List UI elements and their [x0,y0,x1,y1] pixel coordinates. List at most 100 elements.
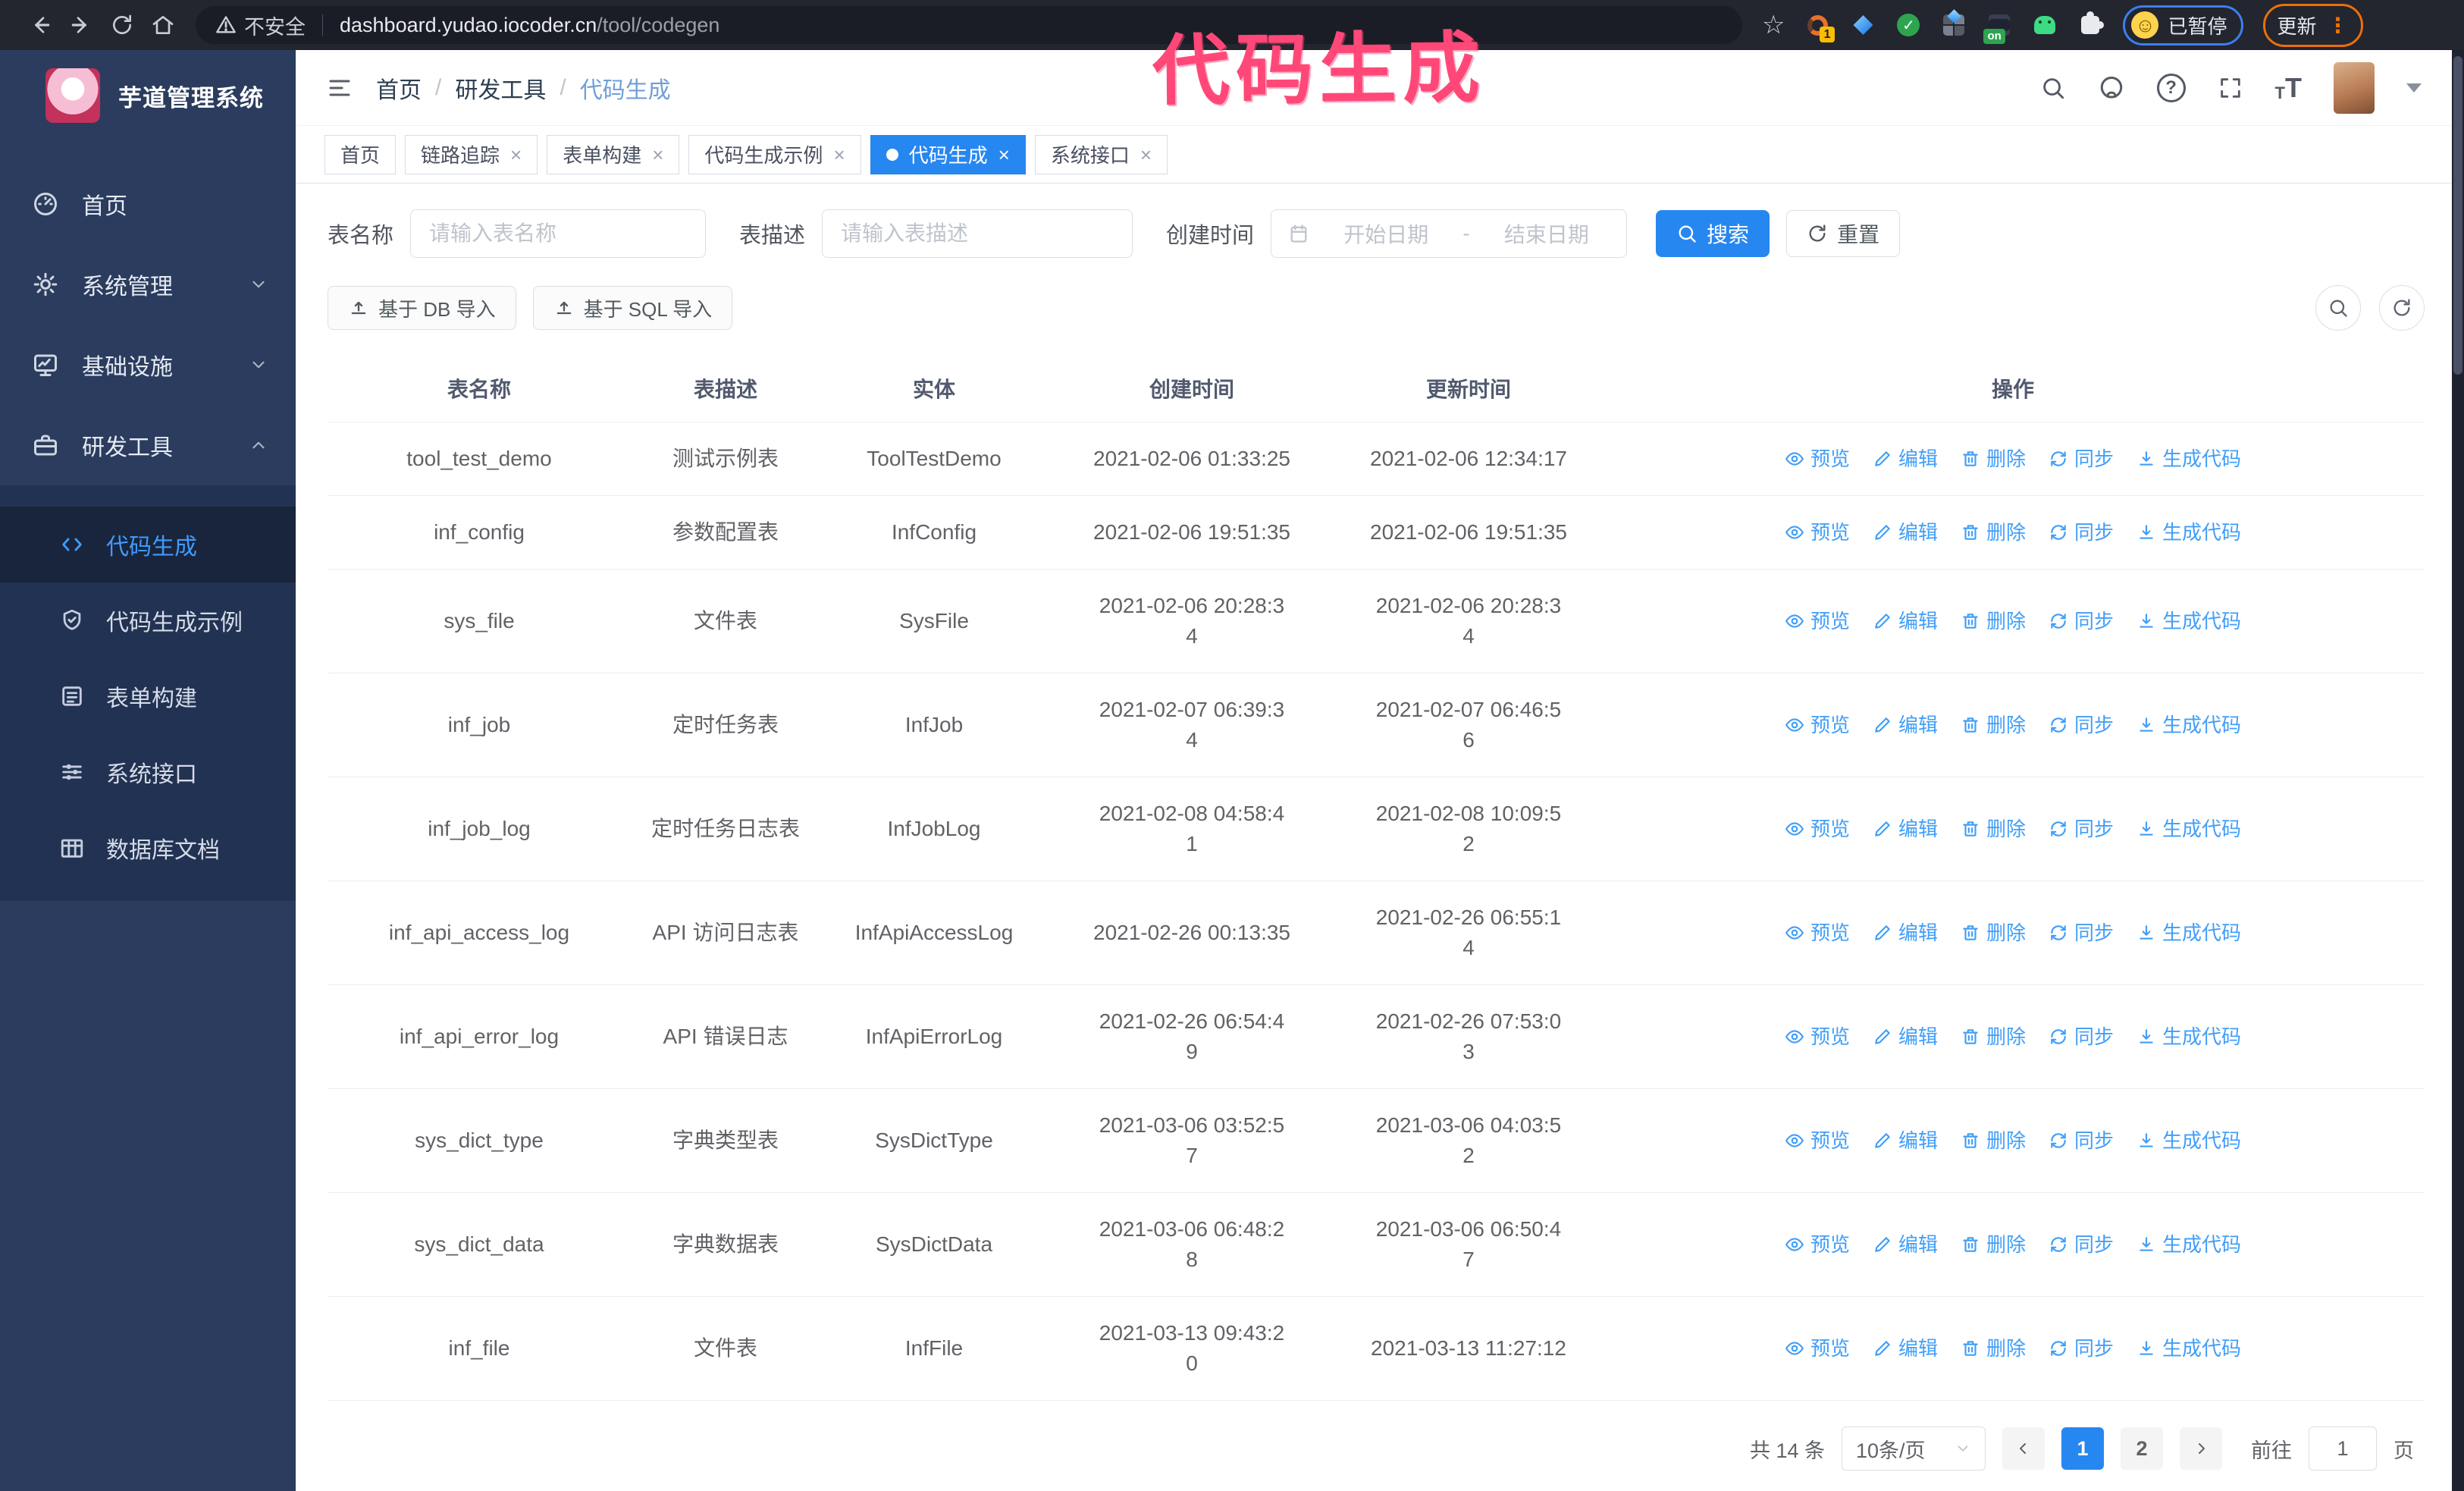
generate-code-action[interactable]: 生成代码 [2136,606,2241,636]
edit-action[interactable]: 编辑 [1873,1229,1938,1260]
toggle-search-button[interactable] [2315,285,2361,331]
address-bar[interactable]: 不安全 dashboard.yudao.iocoder.cn /tool/cod… [196,6,1742,44]
github-icon[interactable] [2098,74,2125,102]
breadcrumb-home[interactable]: 首页 [376,71,422,105]
generate-code-action[interactable]: 生成代码 [2136,918,2241,948]
sidebar-item-home[interactable]: 首页 [0,164,296,244]
reload-icon[interactable] [102,5,143,46]
kebab-menu-icon[interactable]: ⋮ [2328,13,2349,38]
sidebar-collapse-icon[interactable] [326,74,353,102]
sync-action[interactable]: 同步 [2049,1229,2114,1260]
sync-action[interactable]: 同步 [2049,814,2114,844]
not-secure-warning[interactable]: 不安全 [215,11,306,40]
close-icon[interactable]: × [510,145,522,165]
profile-paused-badge[interactable]: ☺ 已暂停 [2123,5,2243,46]
edit-action[interactable]: 编辑 [1873,1333,1938,1364]
page-size-select[interactable]: 10条/页 [1842,1427,1986,1471]
submenu-item-codegen-example[interactable]: 代码生成示例 [0,582,296,658]
sync-action[interactable]: 同步 [2049,1125,2114,1156]
tab-home[interactable]: 首页 [324,134,397,174]
font-size-icon[interactable]: TT [2275,74,2302,102]
reset-button[interactable]: 重置 [1786,210,1901,257]
app-logo-row[interactable]: 芋道管理系统 [0,50,296,141]
extensions-puzzle-icon[interactable] [2077,11,2105,38]
delete-action[interactable]: 删除 [1961,1229,2026,1260]
tab-form-builder[interactable]: 表单构建 × [547,134,680,174]
edit-action[interactable]: 编辑 [1873,444,1938,474]
scrollbar-thumb[interactable] [2453,56,2462,375]
prev-page-button[interactable] [2002,1427,2045,1470]
forward-icon[interactable] [61,5,102,46]
tab-codegen-example[interactable]: 代码生成示例 × [688,134,861,174]
submenu-item-codegen[interactable]: 代码生成 [0,507,296,582]
extension-grid-icon[interactable] [1941,12,1967,38]
refresh-table-button[interactable] [2379,285,2425,331]
edit-action[interactable]: 编辑 [1873,814,1938,844]
tab-tracing[interactable]: 链路追踪 × [405,134,538,174]
user-avatar[interactable] [2334,61,2375,114]
page-scrollbar[interactable] [2452,50,2464,1491]
preview-action[interactable]: 预览 [1785,918,1850,948]
search-icon[interactable] [2040,75,2066,101]
import-sql-button[interactable]: 基于 SQL 导入 [532,286,733,330]
generate-code-action[interactable]: 生成代码 [2136,517,2241,548]
table-desc-input[interactable] [822,209,1133,258]
generate-code-action[interactable]: 生成代码 [2136,1333,2241,1364]
extension-check-icon[interactable]: ✓ [1895,12,1921,38]
delete-action[interactable]: 删除 [1961,918,2026,948]
sidebar-item-dev-tools[interactable]: 研发工具 [0,405,296,485]
preview-action[interactable]: 预览 [1785,1125,1850,1156]
help-icon[interactable]: ? [2156,73,2186,102]
submenu-item-db-docs[interactable]: 数据库文档 [0,810,296,886]
delete-action[interactable]: 删除 [1961,814,2026,844]
generate-code-action[interactable]: 生成代码 [2136,710,2241,740]
preview-action[interactable]: 预览 [1785,444,1850,474]
delete-action[interactable]: 删除 [1961,606,2026,636]
extension-android-icon[interactable] [2032,12,2058,38]
generate-code-action[interactable]: 生成代码 [2136,1229,2241,1260]
home-icon[interactable] [143,5,183,46]
page-button-2[interactable]: 2 [2121,1427,2163,1470]
extension-refresh-icon[interactable]: 1 [1804,12,1835,42]
fullscreen-icon[interactable] [2218,75,2243,101]
goto-page-input[interactable] [2309,1427,2377,1471]
sidebar-item-infrastructure[interactable]: 基础设施 [0,325,296,405]
sidebar-item-system-management[interactable]: 系统管理 [0,244,296,325]
generate-code-action[interactable]: 生成代码 [2136,1125,2241,1156]
generate-code-action[interactable]: 生成代码 [2136,444,2241,474]
preview-action[interactable]: 预览 [1785,710,1850,740]
search-button[interactable]: 搜索 [1656,210,1770,257]
next-page-button[interactable] [2180,1427,2222,1470]
preview-action[interactable]: 预览 [1785,606,1850,636]
delete-action[interactable]: 删除 [1961,1125,2026,1156]
close-icon[interactable]: × [1140,145,1152,165]
preview-action[interactable]: 预览 [1785,1022,1850,1052]
close-icon[interactable]: × [998,145,1010,165]
close-icon[interactable]: × [833,145,845,165]
sync-action[interactable]: 同步 [2049,1333,2114,1364]
date-range-picker[interactable]: 开始日期 - 结束日期 [1271,209,1628,258]
sync-action[interactable]: 同步 [2049,710,2114,740]
sync-action[interactable]: 同步 [2049,517,2114,548]
delete-action[interactable]: 删除 [1961,1022,2026,1052]
preview-action[interactable]: 预览 [1785,1333,1850,1364]
extension-onoff-icon[interactable]: on [1983,12,2012,44]
delete-action[interactable]: 删除 [1961,517,2026,548]
table-name-input[interactable] [410,209,707,258]
back-icon[interactable] [20,5,61,46]
delete-action[interactable]: 删除 [1961,444,2026,474]
tab-codegen[interactable]: 代码生成 × [870,134,1026,174]
sync-action[interactable]: 同步 [2049,606,2114,636]
preview-action[interactable]: 预览 [1785,1229,1850,1260]
edit-action[interactable]: 编辑 [1873,1022,1938,1052]
submenu-item-system-api[interactable]: 系统接口 [0,734,296,810]
preview-action[interactable]: 预览 [1785,814,1850,844]
bookmark-star-icon[interactable]: ☆ [1762,12,1785,38]
sync-action[interactable]: 同步 [2049,444,2114,474]
edit-action[interactable]: 编辑 [1873,517,1938,548]
import-db-button[interactable]: 基于 DB 导入 [328,286,516,330]
avatar-caret-icon[interactable] [2406,83,2422,93]
edit-action[interactable]: 编辑 [1873,918,1938,948]
edit-action[interactable]: 编辑 [1873,710,1938,740]
submenu-item-form-builder[interactable]: 表单构建 [0,658,296,734]
